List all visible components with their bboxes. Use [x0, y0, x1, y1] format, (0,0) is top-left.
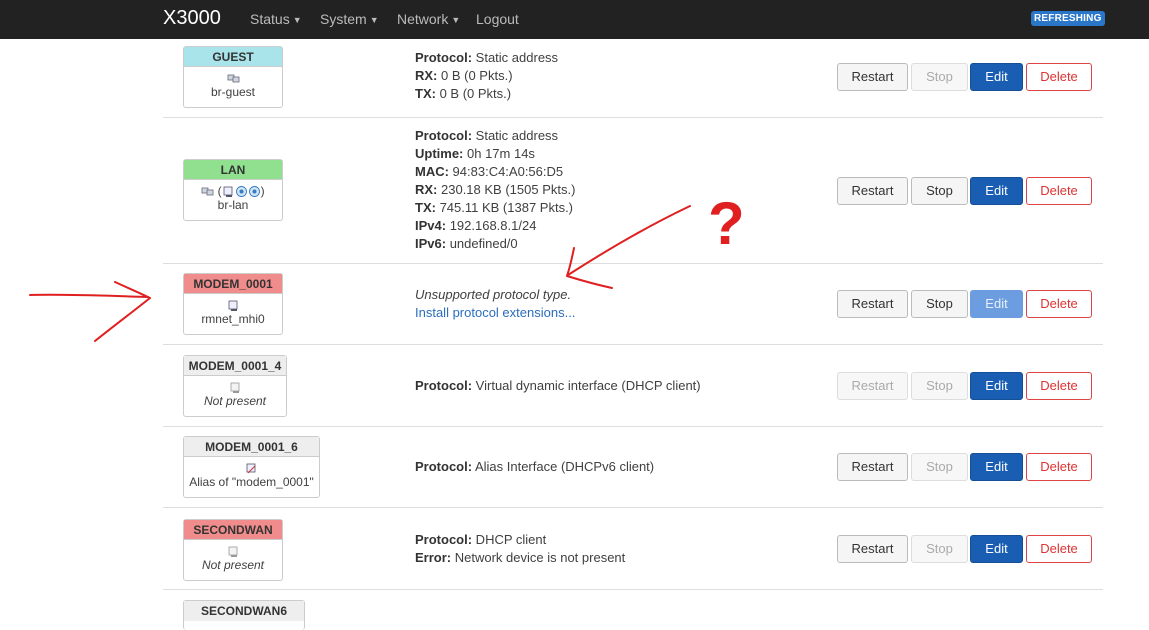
annotation-overlay: ?	[29, 190, 745, 342]
arrow-right-icon	[29, 281, 151, 342]
question-mark: ?	[708, 190, 745, 257]
arrow-left-icon	[566, 205, 691, 289]
